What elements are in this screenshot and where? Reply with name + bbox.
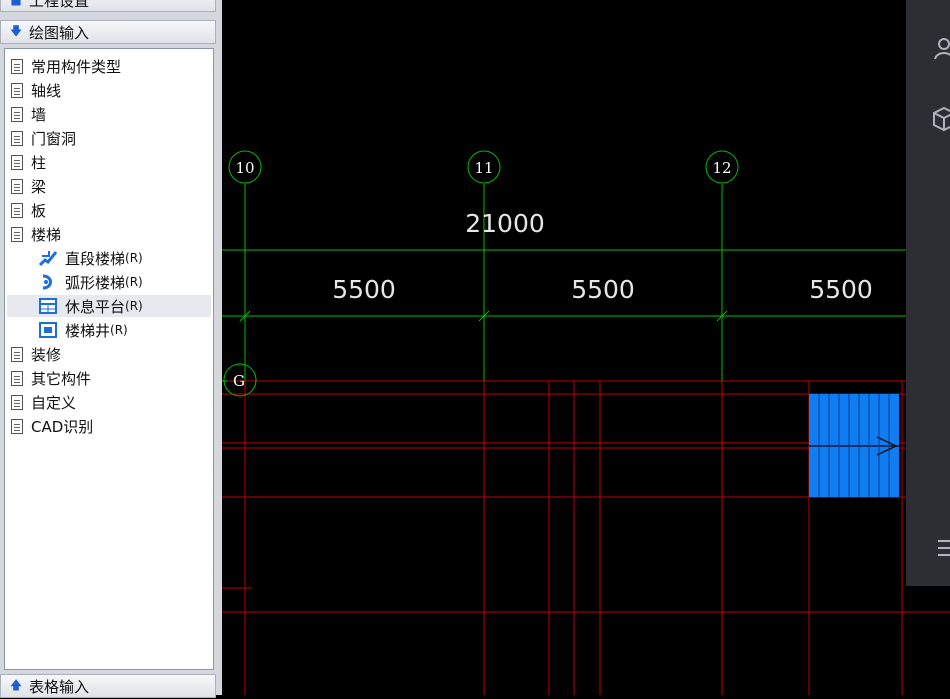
- tree-item-arc-stair[interactable]: 弧形楼梯 (R): [39, 271, 143, 293]
- tree-item-label: 自定义: [31, 393, 77, 412]
- document-icon: [11, 346, 23, 362]
- tree-item-label: 墙: [31, 105, 47, 124]
- document-icon: [11, 130, 23, 146]
- tree-item-common-types[interactable]: 常用构件类型: [11, 55, 121, 77]
- stairwell-icon: [39, 322, 57, 338]
- tree-item-axis[interactable]: 轴线: [11, 79, 61, 101]
- tree-item-decoration[interactable]: 装修: [11, 343, 61, 365]
- document-icon: [11, 370, 23, 386]
- cube-icon[interactable]: [932, 106, 950, 132]
- tree-item-shortcut: (R): [110, 323, 128, 337]
- tree-item-landing[interactable]: 休息平台 (R): [7, 295, 211, 317]
- arrow-up-icon: 🡅: [9, 677, 23, 692]
- tree-item-straight-stair[interactable]: 直段楼梯 (R): [38, 247, 143, 269]
- left-panel: ■ 工程设置 🡇 绘图输入 常用构件类型 轴线 墙 门窗洞 柱 梁 板 楼梯 直…: [0, 0, 222, 698]
- tree-item-stairwell[interactable]: 楼梯井 (R): [39, 319, 128, 341]
- tree-item-label: CAD识别: [31, 417, 94, 436]
- component-tree[interactable]: 常用构件类型 轴线 墙 门窗洞 柱 梁 板 楼梯 直段楼梯 (R) 弧形楼梯 (…: [4, 48, 214, 670]
- tree-item-slab[interactable]: 板: [11, 199, 46, 221]
- axis-label-10: 10: [235, 159, 254, 177]
- axis-label-12: 12: [712, 159, 731, 177]
- landing-icon: [39, 298, 57, 314]
- tree-item-label: 楼梯: [31, 225, 62, 244]
- tree-item-openings[interactable]: 门窗洞: [11, 127, 76, 149]
- span-dimension-text: 5500: [809, 275, 873, 304]
- drawing-canvas[interactable]: 10 11 12 G 21000 5500 5500 5500: [222, 0, 950, 695]
- tree-item-label: 板: [31, 201, 47, 220]
- project-settings-header[interactable]: ■ 工程设置: [0, 0, 216, 12]
- tree-item-label: 门窗洞: [31, 129, 77, 148]
- document-icon: [11, 154, 23, 170]
- tree-item-wall[interactable]: 墙: [11, 103, 46, 125]
- tree-item-shortcut: (R): [125, 299, 143, 313]
- cad-drawing[interactable]: 10 11 12 G 21000 5500 5500 5500: [222, 0, 950, 695]
- arc-stair-icon: [39, 274, 57, 290]
- arrow-down-icon: ■: [10, 0, 22, 7]
- table-input-label: 表格输入: [29, 677, 90, 696]
- tree-item-beam[interactable]: 梁: [11, 175, 46, 197]
- total-dimension-text: 21000: [465, 209, 545, 238]
- table-input-header[interactable]: 🡅 表格输入: [0, 674, 216, 698]
- tree-item-label: 柱: [31, 153, 47, 172]
- tree-item-stairs[interactable]: 楼梯: [11, 223, 61, 245]
- tree-item-custom[interactable]: 自定义: [11, 391, 76, 413]
- tree-item-label: 休息平台: [65, 297, 126, 316]
- tree-item-label: 楼梯井: [65, 321, 111, 340]
- document-icon: [11, 418, 23, 434]
- document-icon: [11, 226, 23, 242]
- stair-component[interactable]: [809, 394, 899, 497]
- tree-item-label: 常用构件类型: [31, 57, 122, 76]
- document-icon: [11, 178, 23, 194]
- draw-input-header[interactable]: 🡇 绘图输入: [0, 20, 216, 44]
- right-tool-dock: [906, 0, 950, 586]
- document-icon: [11, 394, 23, 410]
- span-dimension-text: 5500: [332, 275, 396, 304]
- project-settings-label: 工程设置: [29, 0, 90, 10]
- straight-stair-icon: [38, 250, 58, 267]
- arrow-down-icon: 🡇: [9, 23, 23, 38]
- tree-item-column[interactable]: 柱: [11, 151, 46, 173]
- tree-item-label: 梁: [31, 177, 47, 196]
- tree-item-label: 弧形楼梯: [65, 273, 126, 292]
- span-dimension-text: 5500: [571, 275, 635, 304]
- tree-item-label: 装修: [31, 345, 62, 364]
- tree-item-label: 轴线: [31, 81, 62, 100]
- axis-label-g: G: [233, 372, 245, 390]
- document-icon: [11, 58, 23, 74]
- menu-icon[interactable]: [932, 536, 950, 560]
- tree-item-label: 其它构件: [31, 369, 92, 388]
- document-icon: [11, 82, 23, 98]
- tree-item-other[interactable]: 其它构件: [11, 367, 91, 389]
- tree-item-shortcut: (R): [125, 275, 143, 289]
- tree-item-shortcut: (R): [125, 251, 143, 265]
- document-icon: [11, 106, 23, 122]
- tree-item-label: 直段楼梯: [65, 249, 126, 268]
- axis-label-11: 11: [474, 159, 493, 177]
- draw-input-label: 绘图输入: [29, 23, 90, 42]
- user-icon[interactable]: [932, 36, 950, 60]
- tree-item-cad[interactable]: CAD识别: [11, 415, 93, 437]
- document-icon: [11, 202, 23, 218]
